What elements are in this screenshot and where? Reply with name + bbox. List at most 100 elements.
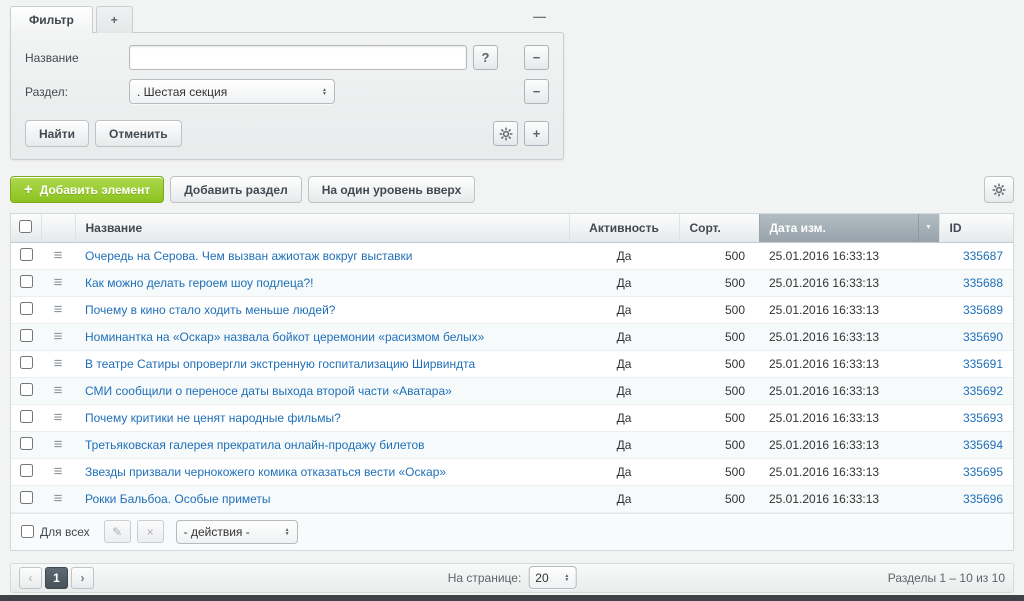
column-header-modified-label: Дата изм. — [770, 221, 826, 235]
row-menu-icon[interactable]: ≡ — [54, 409, 63, 426]
row-id-link[interactable]: 335693 — [963, 411, 1003, 425]
delete-selected-button[interactable]: × — [137, 520, 164, 543]
row-checkbox[interactable] — [20, 410, 33, 423]
row-title-cell: СМИ сообщили о переносе даты выхода втор… — [75, 377, 569, 404]
row-id-link[interactable]: 335694 — [963, 438, 1003, 452]
row-menu-icon[interactable]: ≡ — [54, 328, 63, 345]
row-id-link[interactable]: 335688 — [963, 276, 1003, 290]
row-checkbox-cell — [11, 377, 41, 404]
row-id-link[interactable]: 335691 — [963, 357, 1003, 371]
actions-select[interactable]: - действия - ▲ ▼ — [176, 520, 298, 544]
table-row: ≡ Звезды призвали чернокожего комика отк… — [11, 458, 1013, 485]
table-row: ≡ СМИ сообщили о переносе даты выхода вт… — [11, 377, 1013, 404]
row-title-link[interactable]: Рокки Бальбоа. Особые приметы — [85, 492, 271, 506]
table-row: ≡ Третьяковская галерея прекратила онлай… — [11, 431, 1013, 458]
row-id-link[interactable]: 335696 — [963, 492, 1003, 506]
row-checkbox[interactable] — [20, 248, 33, 261]
row-menu-icon[interactable]: ≡ — [54, 382, 63, 399]
row-checkbox[interactable] — [20, 437, 33, 450]
row-title-link[interactable]: Очередь на Серова. Чем вызван ажиотаж во… — [85, 249, 412, 263]
row-checkbox[interactable] — [20, 383, 33, 396]
row-checkbox[interactable] — [20, 356, 33, 369]
page-1-button[interactable]: 1 — [45, 567, 68, 589]
row-checkbox-cell — [11, 485, 41, 512]
row-menu-icon[interactable]: ≡ — [54, 301, 63, 318]
column-header-sort[interactable]: Сорт. — [679, 214, 759, 242]
name-filter-input[interactable] — [129, 45, 467, 70]
add-element-button[interactable]: + Добавить элемент — [10, 176, 164, 203]
cancel-button[interactable]: Отменить — [95, 120, 182, 147]
row-title-link[interactable]: Третьяковская галерея прекратила онлайн-… — [85, 438, 425, 452]
for-all-checkbox[interactable] — [21, 525, 34, 538]
row-menu-cell: ≡ — [41, 242, 75, 269]
add-filter-field-button[interactable]: + — [524, 121, 549, 146]
row-checkbox[interactable] — [20, 275, 33, 288]
select-arrow-down-icon: ▼ — [285, 532, 290, 536]
row-title-cell: Звезды призвали чернокожего комика отказ… — [75, 458, 569, 485]
row-menu-icon[interactable]: ≡ — [54, 463, 63, 480]
row-menu-icon[interactable]: ≡ — [54, 247, 63, 264]
filter-body: Название ? − Раздел: . Шестая секция ▲ ▼… — [10, 32, 564, 160]
per-page-control: На странице: 20 ▲ ▼ — [448, 566, 577, 589]
remove-section-field-button[interactable]: − — [524, 79, 549, 104]
row-title-link[interactable]: Почему критики не ценят народные фильмы? — [85, 411, 341, 425]
remove-name-field-button[interactable]: − — [524, 45, 549, 70]
column-header-name[interactable]: Название — [75, 214, 569, 242]
row-id-link[interactable]: 335692 — [963, 384, 1003, 398]
row-title-link[interactable]: В театре Сатиры опровергли экстренную го… — [85, 357, 475, 371]
select-arrows-icon: ▲ ▼ — [322, 88, 327, 96]
collapse-filter-icon[interactable]: — — [533, 9, 546, 32]
actions-select-value: - действия - — [184, 525, 250, 539]
row-checkbox[interactable] — [20, 329, 33, 342]
prev-page-button[interactable]: ‹ — [19, 567, 42, 589]
select-all-header — [11, 214, 41, 242]
row-menu-icon[interactable]: ≡ — [54, 274, 63, 291]
row-id-link[interactable]: 335695 — [963, 465, 1003, 479]
row-checkbox[interactable] — [20, 464, 33, 477]
row-checkbox-cell — [11, 458, 41, 485]
row-active-value: Да — [569, 404, 679, 431]
row-sort-value: 500 — [679, 296, 759, 323]
filter-settings-button[interactable] — [493, 121, 518, 146]
row-id-link[interactable]: 335689 — [963, 303, 1003, 317]
row-menu-cell: ≡ — [41, 350, 75, 377]
row-menu-icon[interactable]: ≡ — [54, 355, 63, 372]
row-id-link[interactable]: 335690 — [963, 330, 1003, 344]
row-title-link[interactable]: СМИ сообщили о переносе даты выхода втор… — [85, 384, 452, 398]
tab-filter[interactable]: Фильтр — [10, 6, 93, 33]
row-modified-value: 25.01.2016 16:33:13 — [759, 458, 939, 485]
level-up-button[interactable]: На один уровень вверх — [308, 176, 476, 203]
menu-column-header — [41, 214, 75, 242]
sort-dropdown-button[interactable]: ▼ — [918, 214, 939, 242]
row-menu-icon[interactable]: ≡ — [54, 436, 63, 453]
table-header-row: Название Активность Сорт. Дата изм. ▼ ID — [11, 214, 1013, 242]
row-menu-cell: ≡ — [41, 458, 75, 485]
row-title-link[interactable]: Номинантка на «Оскар» назвала бойкот цер… — [85, 330, 484, 344]
column-header-activity[interactable]: Активность — [569, 214, 679, 242]
add-filter-tab-button[interactable]: + — [96, 6, 133, 33]
per-page-select[interactable]: 20 ▲ ▼ — [528, 566, 576, 589]
table-settings-button[interactable] — [984, 176, 1014, 203]
row-menu-cell: ≡ — [41, 431, 75, 458]
find-button[interactable]: Найти — [25, 120, 89, 147]
row-title-link[interactable]: Звезды призвали чернокожего комика отказ… — [85, 465, 446, 479]
row-checkbox[interactable] — [20, 302, 33, 315]
section-select[interactable]: . Шестая секция ▲ ▼ — [129, 79, 335, 104]
filter-actions: Найти Отменить + — [25, 120, 549, 147]
row-id-cell: 335696 — [939, 485, 1013, 512]
row-menu-icon[interactable]: ≡ — [54, 490, 63, 507]
row-title-link[interactable]: Почему в кино стало ходить меньше людей? — [85, 303, 335, 317]
column-header-id[interactable]: ID — [939, 214, 1013, 242]
help-button[interactable]: ? — [473, 45, 498, 70]
next-page-button[interactable]: › — [71, 567, 94, 589]
row-title-link[interactable]: Как можно делать героем шоу подлеца?! — [85, 276, 314, 290]
column-header-modified[interactable]: Дата изм. ▼ — [759, 214, 939, 242]
per-page-label: На странице: — [448, 571, 522, 585]
row-checkbox[interactable] — [20, 491, 33, 504]
row-id-link[interactable]: 335687 — [963, 249, 1003, 263]
table-footer: Для всех ✎ × - действия - ▲ ▼ — [11, 513, 1013, 550]
select-all-checkbox[interactable] — [19, 220, 32, 233]
add-section-button[interactable]: Добавить раздел — [170, 176, 301, 203]
edit-selected-button[interactable]: ✎ — [104, 520, 131, 543]
filter-panel: Фильтр + — Название ? − Раздел: . Шестая… — [10, 6, 564, 160]
